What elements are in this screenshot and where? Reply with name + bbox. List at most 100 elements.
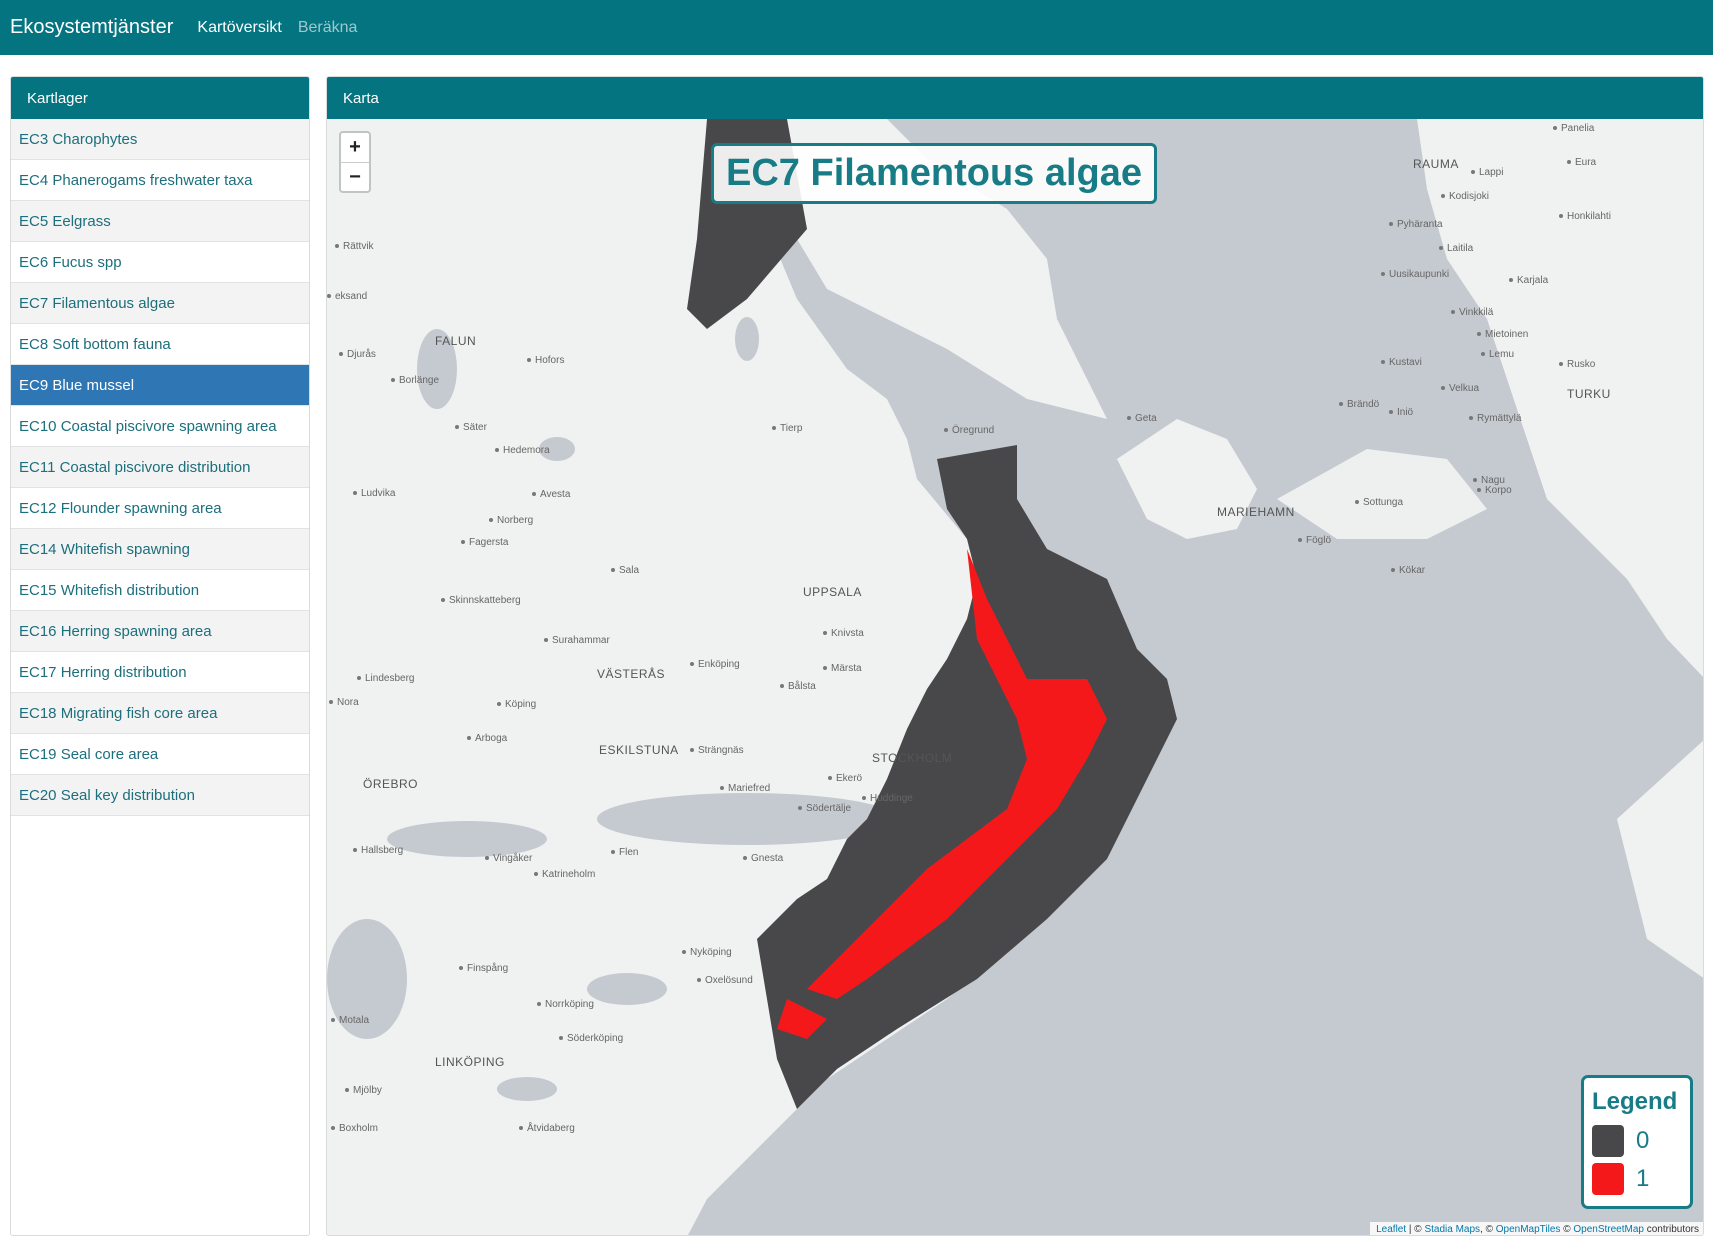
- place-label: Eura: [1567, 157, 1596, 168]
- place-label: Norberg: [489, 515, 533, 526]
- place-label: FALUN: [435, 334, 477, 348]
- openstreetmap-link[interactable]: OpenStreetMap: [1573, 1224, 1644, 1235]
- map-layer-title: EC7 Filamentous algae: [711, 143, 1158, 204]
- legend-label: 0: [1636, 1127, 1650, 1154]
- top-navbar: Ekosystemtjänster Kartöversikt Beräkna: [0, 0, 1713, 55]
- place-label: Motala: [331, 1015, 369, 1026]
- place-label: Korpo: [1477, 485, 1512, 496]
- legend-title: Legend: [1592, 1088, 1678, 1115]
- nav-kartoversikt[interactable]: Kartöversikt: [197, 19, 281, 37]
- place-label: UPPSALA: [803, 585, 862, 599]
- place-label: Föglö: [1298, 535, 1331, 546]
- layer-item[interactable]: EC10 Coastal piscivore spawning area: [11, 406, 309, 447]
- land-finland: [1417, 119, 1703, 677]
- place-label: Avesta: [532, 489, 570, 500]
- attribution-text: , ©: [1480, 1224, 1496, 1235]
- place-label: Pyhäranta: [1389, 219, 1443, 230]
- place-label: VÄSTERÅS: [597, 667, 666, 681]
- place-label: Surahammar: [544, 635, 610, 646]
- place-label: Lindesberg: [357, 673, 414, 684]
- layer-item[interactable]: EC17 Herring distribution: [11, 652, 309, 693]
- place-label: Iniö: [1389, 407, 1413, 418]
- place-label: Gnesta: [743, 853, 783, 864]
- place-label: Skinnskatteberg: [441, 595, 521, 606]
- place-label: Lemu: [1481, 349, 1514, 360]
- place-label: Kodisjoki: [1441, 191, 1489, 202]
- map-attribution: Leaflet | © Stadia Maps, © OpenMapTiles …: [1370, 1222, 1703, 1235]
- land-archipelago: [1277, 449, 1487, 539]
- zoom-in-button[interactable]: +: [341, 133, 369, 162]
- place-label: Nora: [329, 697, 359, 708]
- place-label: Köping: [497, 699, 536, 710]
- place-label: Hallsberg: [353, 845, 403, 856]
- place-label: Sala: [611, 565, 639, 576]
- map-canvas[interactable]: Rättvik eksand FALUN Djurås Hofors Borlä…: [327, 119, 1704, 1236]
- layer-item[interactable]: EC6 Fucus spp: [11, 242, 309, 283]
- place-label: Åtvidaberg: [519, 1123, 575, 1134]
- openmaptiles-link[interactable]: OpenMapTiles: [1496, 1224, 1561, 1235]
- land-gotland-tip: [1617, 740, 1703, 978]
- layer-item[interactable]: EC7 Filamentous algae: [11, 283, 309, 324]
- legend-entry: 0: [1592, 1122, 1690, 1160]
- place-label: Knivsta: [823, 628, 864, 639]
- place-label: Katrineholm: [534, 869, 595, 880]
- layer-item[interactable]: EC18 Migrating fish core area: [11, 693, 309, 734]
- place-label: Ludvika: [353, 488, 395, 499]
- layer-item[interactable]: EC3 Charophytes: [11, 119, 309, 160]
- layer-item[interactable]: EC15 Whitefish distribution: [11, 570, 309, 611]
- lake-small-2: [735, 317, 759, 361]
- place-label: Rymättylä: [1469, 413, 1521, 424]
- layer-item[interactable]: EC12 Flounder spawning area: [11, 488, 309, 529]
- place-label: Bålsta: [780, 681, 816, 692]
- stadia-link[interactable]: Stadia Maps: [1424, 1224, 1480, 1235]
- layer-item[interactable]: EC19 Seal core area: [11, 734, 309, 775]
- place-label: Mjölby: [345, 1085, 382, 1096]
- place-label: Norrköping: [537, 999, 594, 1010]
- zoom-control: + −: [339, 131, 371, 193]
- place-label: Huddinge: [862, 793, 913, 804]
- layer-panel-title: Kartlager: [11, 77, 309, 119]
- map-panel-title: Karta: [327, 77, 1703, 119]
- place-label: ÖREBRO: [363, 777, 419, 791]
- place-label: Panelia: [1553, 123, 1594, 134]
- place-label: RAUMA: [1413, 157, 1459, 171]
- land-aland: [1117, 419, 1257, 539]
- legend-swatch: [1592, 1125, 1624, 1157]
- layer-item[interactable]: EC5 Eelgrass: [11, 201, 309, 242]
- place-label: ESKILSTUNA: [599, 743, 679, 757]
- place-label: Rusko: [1559, 359, 1595, 370]
- place-label: Mietoinen: [1477, 329, 1528, 340]
- layer-item[interactable]: EC4 Phanerogams freshwater taxa: [11, 160, 309, 201]
- layer-item[interactable]: EC11 Coastal piscivore distribution: [11, 447, 309, 488]
- layer-item[interactable]: EC9 Blue mussel: [11, 365, 309, 406]
- place-label: Ekerö: [828, 773, 862, 784]
- attribution-text: ©: [1560, 1224, 1574, 1235]
- leaflet-link[interactable]: Leaflet: [1376, 1224, 1406, 1235]
- place-label: Vingåker: [485, 853, 532, 864]
- layer-item[interactable]: EC14 Whitefish spawning: [11, 529, 309, 570]
- layer-item[interactable]: EC20 Seal key distribution: [11, 775, 309, 816]
- place-label: Tierp: [772, 423, 802, 434]
- place-label: Finspång: [459, 963, 508, 974]
- nav-berakna[interactable]: Beräkna: [298, 19, 358, 37]
- layer-panel: Kartlager EC3 Charophytes EC4 Phanerogams…: [10, 76, 310, 1236]
- place-label: Mariefred: [720, 783, 770, 794]
- map-basemap[interactable]: [327, 119, 1704, 1236]
- lake-small-5: [497, 1077, 557, 1101]
- layer-item[interactable]: EC16 Herring spawning area: [11, 611, 309, 652]
- place-label: Söderköping: [559, 1033, 623, 1044]
- place-label: Enköping: [690, 659, 740, 670]
- place-label: Lappi: [1471, 167, 1503, 178]
- layer-list: EC3 Charophytes EC4 Phanerogams freshwate…: [11, 119, 309, 816]
- place-label: Hedemora: [495, 445, 550, 456]
- layer-item[interactable]: EC8 Soft bottom fauna: [11, 324, 309, 365]
- legend-label: 1: [1636, 1165, 1650, 1192]
- place-label: Säter: [455, 422, 487, 433]
- place-label: Oxelösund: [697, 975, 753, 986]
- place-label: Borlänge: [391, 375, 439, 386]
- place-label: Rättvik: [335, 241, 374, 252]
- attribution-text: contributors: [1643, 1224, 1699, 1235]
- app-brand[interactable]: Ekosystemtjänster: [10, 16, 173, 39]
- place-label: Kustavi: [1381, 357, 1422, 368]
- zoom-out-button[interactable]: −: [341, 162, 369, 191]
